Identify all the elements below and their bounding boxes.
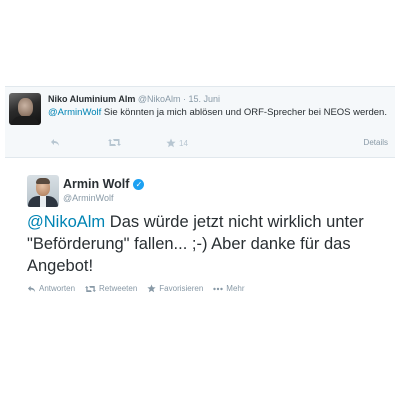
author-handle[interactable]: @ArminWolf: [63, 193, 113, 203]
reply-button[interactable]: [50, 138, 60, 147]
parent-tweet-date[interactable]: 15. Juni: [189, 94, 221, 104]
avatar-hair: [36, 178, 50, 184]
avatar-niko-alm[interactable]: [9, 93, 41, 125]
avatar-armin-wolf[interactable]: [27, 175, 59, 207]
mention-link[interactable]: @NikoAlm: [27, 213, 105, 231]
parent-tweet-body: Sie könnten ja mich ablösen und ORF-Spre…: [101, 107, 387, 118]
retweet-icon: [108, 139, 121, 146]
parent-tweet-header: Niko Aluminium Alm @NikoAlm · 15. Juni: [48, 93, 220, 105]
favorite-button[interactable]: 14: [166, 138, 188, 148]
more-label: Mehr: [226, 284, 245, 293]
reply-icon: [27, 285, 36, 292]
parent-tweet-text: @ArminWolf Sie könnten ja mich ablösen u…: [48, 106, 388, 119]
retweet-icon: [85, 285, 97, 292]
parent-tweet[interactable]: Niko Aluminium Alm @NikoAlm · 15. Juni @…: [5, 86, 395, 158]
details-link[interactable]: Details: [364, 138, 388, 147]
author-name[interactable]: Armin Wolf: [63, 177, 129, 191]
mention-link[interactable]: @ArminWolf: [48, 107, 101, 118]
parent-author-handle[interactable]: @NikoAlm: [138, 94, 181, 104]
parent-author-name[interactable]: Niko Aluminium Alm: [48, 94, 135, 104]
star-icon: [147, 284, 156, 293]
tweet-actions: Antworten Retweeten Favorisieren Mehr: [27, 284, 245, 293]
verified-badge-icon: ✓: [133, 178, 145, 190]
reply-icon: [51, 139, 59, 146]
separator-dot: ·: [183, 94, 187, 104]
reply-label: Antworten: [39, 284, 76, 293]
star-icon: [166, 138, 176, 148]
retweet-button[interactable]: Retweeten: [85, 284, 137, 293]
author-line: Armin Wolf ✓: [63, 177, 145, 191]
favorites-count: 14: [179, 138, 188, 148]
more-dots-icon: [213, 287, 223, 290]
more-button[interactable]: Mehr: [213, 284, 245, 293]
retweet-label: Retweeten: [99, 284, 138, 293]
favorite-label: Favorisieren: [159, 284, 204, 293]
avatar-face: [18, 98, 33, 117]
main-tweet: Armin Wolf ✓ @ArminWolf @NikoAlm Das wür…: [5, 165, 395, 305]
favorite-button[interactable]: Favorisieren: [147, 284, 203, 293]
parent-tweet-actions: 14 Details: [48, 138, 388, 150]
avatar-shoulders: [11, 116, 39, 125]
avatar-shirt: [40, 196, 46, 207]
retweet-button[interactable]: [108, 138, 121, 147]
reply-button[interactable]: Antworten: [27, 284, 75, 293]
tweet-text: @NikoAlm Das würde jetzt nicht wirklich …: [27, 211, 367, 277]
